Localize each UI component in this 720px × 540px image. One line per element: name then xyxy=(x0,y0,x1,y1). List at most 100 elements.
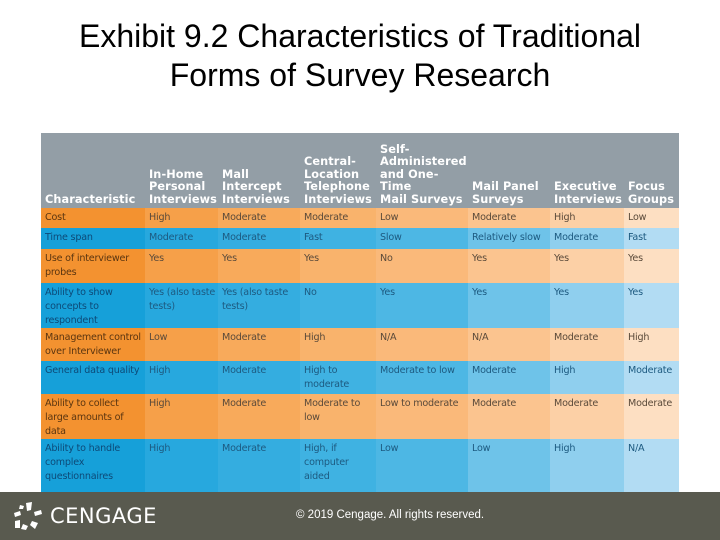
row-label: Time span xyxy=(41,228,145,249)
table-cell: Moderate xyxy=(468,361,550,394)
table-cell: High xyxy=(145,208,218,228)
table-row-data-quality: General data quality High Moderate High … xyxy=(41,361,679,394)
table-cell: Moderate to low xyxy=(300,394,376,439)
table-cell: Yes xyxy=(550,283,624,328)
column-header-line: and One-Time xyxy=(380,167,439,193)
table-cell: Moderate xyxy=(145,228,218,249)
table-cell: High xyxy=(550,361,624,394)
column-header-line: Mail Surveys xyxy=(380,192,463,206)
column-header-line: Interviews xyxy=(304,192,372,206)
table-cell: Fast xyxy=(624,228,679,249)
table-cell: Moderate xyxy=(468,208,550,228)
row-label: Ability to handle complex questionnaires xyxy=(41,439,145,492)
row-label: General data quality xyxy=(41,361,145,394)
table-cell: Yes xyxy=(468,249,550,283)
column-header-line: Surveys xyxy=(472,192,524,206)
column-header: Self- Administered and One-Time Mail Survey… xyxy=(376,133,468,208)
table-row-large-data: Ability to collect large amounts of data… xyxy=(41,394,679,439)
column-header-line: Location xyxy=(304,167,360,181)
column-header-line: In-Home xyxy=(149,167,204,181)
table-cell: Yes xyxy=(300,249,376,283)
exhibit-table-container: Characteristic In-Home Personal Interviews… xyxy=(41,133,679,492)
cengage-logo-text: CENGAGE xyxy=(50,504,157,528)
table-cell: Slow xyxy=(376,228,468,249)
table-cell: Low xyxy=(145,328,218,361)
table-cell: High xyxy=(145,439,218,492)
table-cell: Moderate xyxy=(300,208,376,228)
copyright-notice: © 2019 Cengage. All rights reserved. xyxy=(296,509,485,521)
table-cell: Moderate xyxy=(624,361,679,394)
row-label: Ability to show concepts to respondent xyxy=(41,283,145,328)
table-cell: High xyxy=(145,394,218,439)
table-cell: Moderate xyxy=(550,228,624,249)
table-cell: Yes (also taste tests) xyxy=(145,283,218,328)
table-cell: Moderate xyxy=(550,394,624,439)
column-header-line: Interviews xyxy=(554,192,622,206)
column-header-line: Personal xyxy=(149,180,206,193)
column-header-line: Administered xyxy=(380,155,467,168)
table-cell: No xyxy=(376,249,468,283)
table-cell: High xyxy=(550,439,624,492)
table-cell: Fast xyxy=(300,228,376,249)
table-cell: Yes xyxy=(218,249,300,283)
column-header-line: Characteristic xyxy=(45,192,136,206)
column-header-line: Groups xyxy=(628,192,675,206)
table-cell: Relatively slow xyxy=(468,228,550,249)
table-row-cost: Cost High Moderate Moderate Low Moderate… xyxy=(41,208,679,228)
table-cell: N/A xyxy=(624,439,679,492)
cengage-logo-icon xyxy=(14,502,42,530)
slide-footer: CENGAGE © 2019 Cengage. All rights reser… xyxy=(0,492,720,540)
table-cell: Moderate xyxy=(218,361,300,394)
column-header-line: Focus xyxy=(628,180,665,193)
column-header-line: Self- xyxy=(380,142,410,156)
table-cell: Moderate xyxy=(624,394,679,439)
table-cell: Yes xyxy=(550,249,624,283)
row-label: Ability to collect large amounts of data xyxy=(41,394,145,439)
table-cell: High to moderate xyxy=(300,361,376,394)
table-cell: Yes (also taste tests) xyxy=(218,283,300,328)
table-cell: N/A xyxy=(376,328,468,361)
table-cell: Moderate xyxy=(550,328,624,361)
column-header: Mall Intercept Interviews xyxy=(218,133,300,208)
table-cell: High xyxy=(145,361,218,394)
table-cell: Yes xyxy=(624,249,679,283)
table-cell: Moderate xyxy=(218,328,300,361)
table-cell: Yes xyxy=(468,283,550,328)
column-header-line: Executive xyxy=(554,180,617,193)
table-row-show-concepts: Ability to show concepts to respondent Y… xyxy=(41,283,679,328)
column-header-line: Central- xyxy=(304,155,356,168)
table-cell: Low xyxy=(468,439,550,492)
column-header-line: Intercept xyxy=(222,180,282,193)
column-header: Executive Interviews xyxy=(550,133,624,208)
table-cell: Low to moderate xyxy=(376,394,468,439)
table-cell: Low xyxy=(376,208,468,228)
table-cell: Moderate xyxy=(468,394,550,439)
table-cell: Low xyxy=(376,439,468,492)
table-row-time-span: Time span Moderate Moderate Fast Slow Re… xyxy=(41,228,679,249)
table-cell: Low xyxy=(624,208,679,228)
table-cell: Moderate xyxy=(218,394,300,439)
column-header: Central- Location Telephone Interviews xyxy=(300,133,376,208)
table-row-interviewer-probes: Use of interviewer probes Yes Yes Yes No… xyxy=(41,249,679,283)
slide-title: Exhibit 9.2 Characteristics of Tradition… xyxy=(0,17,720,95)
table-cell: Yes xyxy=(376,283,468,328)
table-cell: High, if computer aided xyxy=(300,439,376,492)
column-header-line: Mail Panel xyxy=(472,180,539,193)
column-header-line: Interviews xyxy=(149,192,217,206)
column-header-line: Mall xyxy=(222,167,250,181)
table-cell: Moderate xyxy=(218,208,300,228)
table-row-complex-questionnaires: Ability to handle complex questionnaires… xyxy=(41,439,679,492)
table-row-management-control: Management control over Interviewer Low … xyxy=(41,328,679,361)
table-cell: Moderate xyxy=(218,228,300,249)
table-cell: Moderate xyxy=(218,439,300,492)
row-label: Management control over Interviewer xyxy=(41,328,145,361)
table-cell: High xyxy=(624,328,679,361)
column-header: In-Home Personal Interviews xyxy=(145,133,218,208)
table-cell: High xyxy=(550,208,624,228)
slide-title-line-2: Forms of Survey Research xyxy=(169,57,551,93)
row-label: Use of interviewer probes xyxy=(41,249,145,283)
table-cell: Yes xyxy=(624,283,679,328)
table-cell: Yes xyxy=(145,249,218,283)
table-cell: No xyxy=(300,283,376,328)
survey-characteristics-table: Characteristic In-Home Personal Interviews… xyxy=(41,133,679,492)
